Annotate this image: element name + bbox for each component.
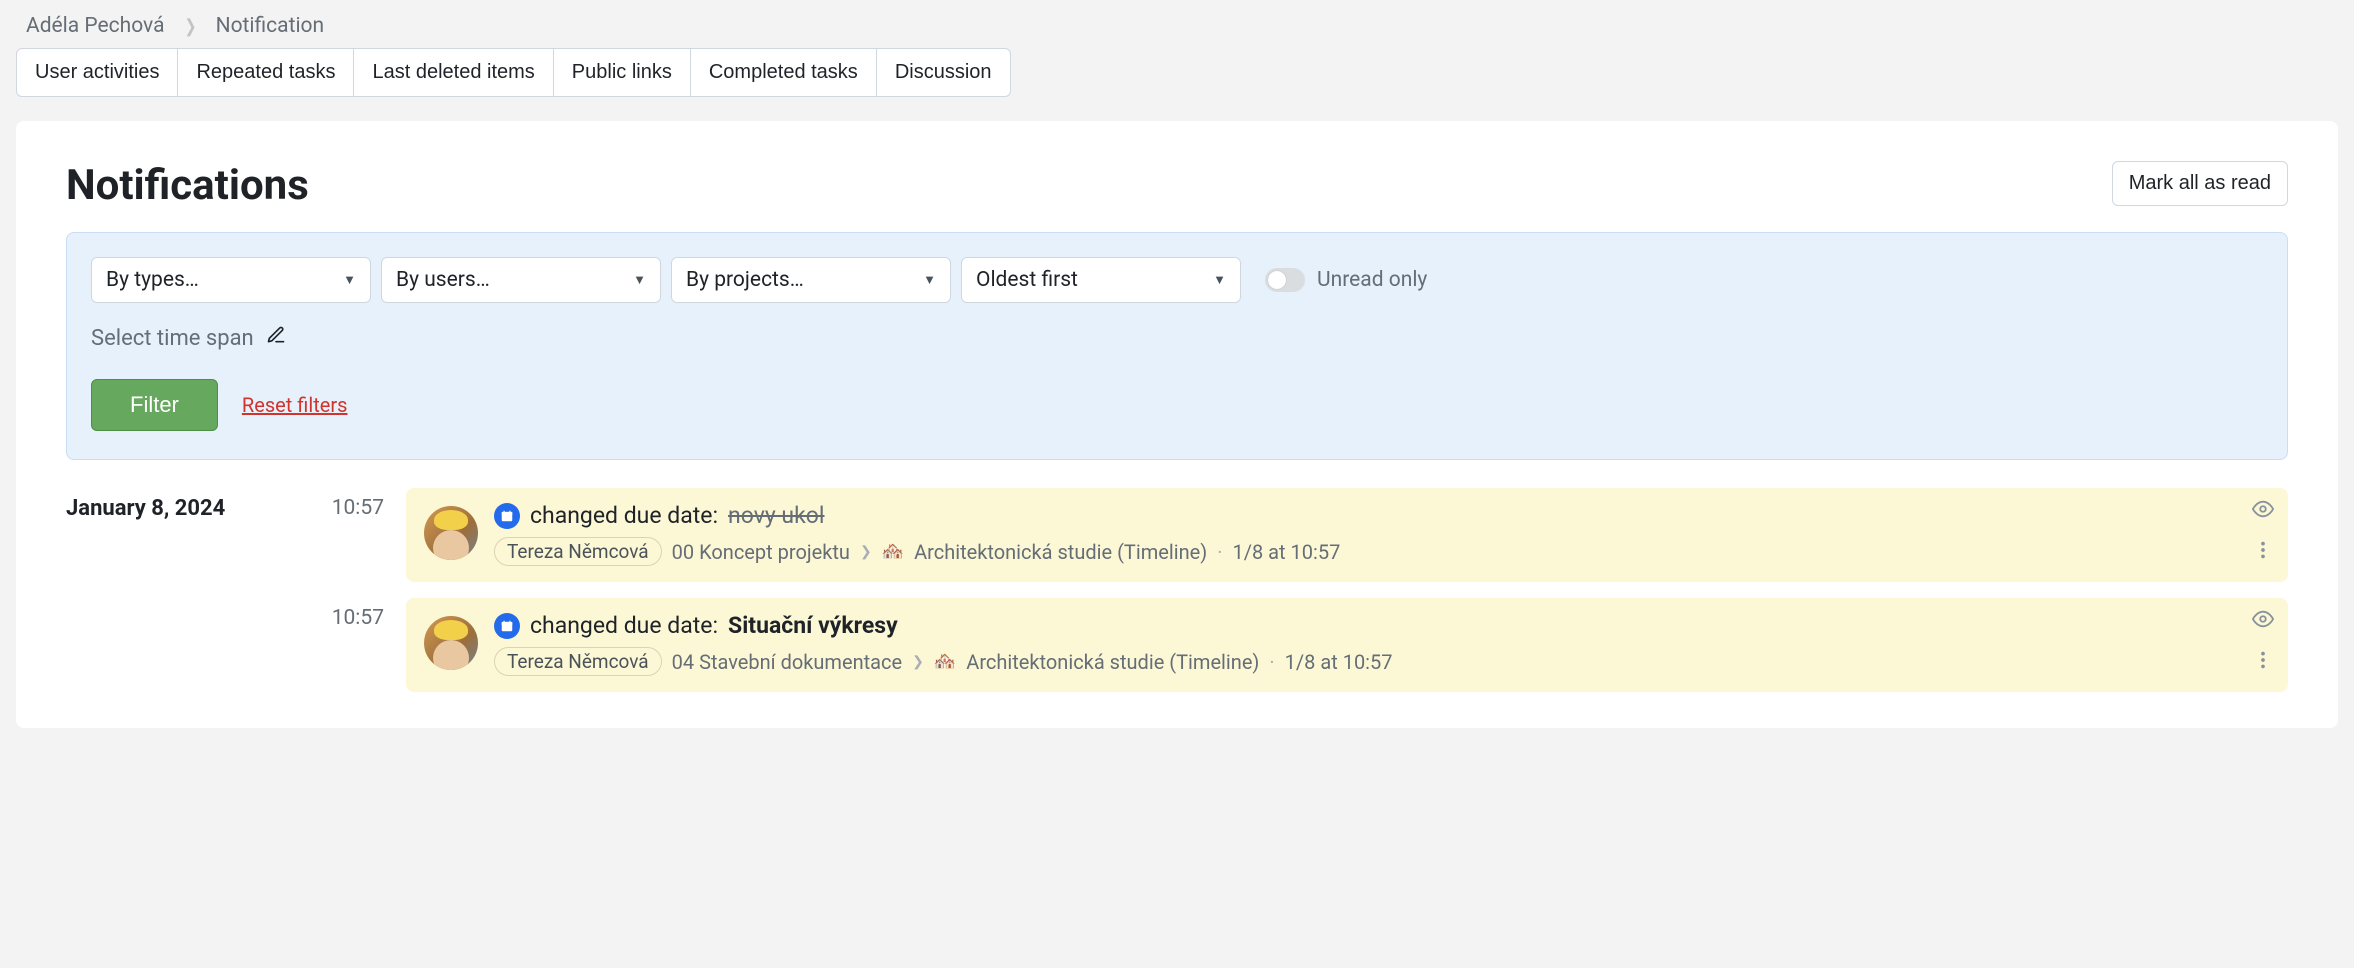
chevron-down-icon: ▼ <box>1213 272 1226 288</box>
filter-sort-select[interactable]: Oldest first ▼ <box>961 257 1241 303</box>
user-chip[interactable]: Tereza Němcová <box>494 537 662 566</box>
pencil-icon[interactable] <box>266 325 286 351</box>
filter-types-select[interactable]: By types… ▼ <box>91 257 371 303</box>
tab-completed-tasks[interactable]: Completed tasks <box>690 48 877 97</box>
notification-list: January 8, 2024 10:57 changed due date: … <box>66 488 2288 708</box>
timeline-name[interactable]: Architektonická studie (Timeline) <box>914 540 1207 564</box>
notification-time: 10:57 <box>326 488 406 520</box>
avatar <box>424 506 478 560</box>
calendar-icon <box>494 503 520 529</box>
house-icon: 🏘️ <box>882 541 904 562</box>
chevron-down-icon: ▼ <box>343 272 356 288</box>
avatar <box>424 616 478 670</box>
separator-dot: · <box>1217 540 1222 564</box>
notification-timestamp: 1/8 at 10:57 <box>1285 650 1393 674</box>
filter-button[interactable]: Filter <box>91 379 218 431</box>
page-title: Notifications <box>66 161 309 210</box>
house-icon: 🏘️ <box>934 651 956 672</box>
notification-timestamp: 1/8 at 10:57 <box>1232 540 1340 564</box>
tab-repeated-tasks[interactable]: Repeated tasks <box>177 48 354 97</box>
separator-dot: · <box>1269 650 1274 674</box>
tab-last-deleted[interactable]: Last deleted items <box>353 48 553 97</box>
tab-user-activities[interactable]: User activities <box>16 48 178 97</box>
tabs: User activities Repeated tasks Last dele… <box>16 48 1011 97</box>
notifications-card: Notifications Mark all as read By types…… <box>16 121 2338 728</box>
breadcrumb-user[interactable]: Adéla Pechová <box>26 14 165 38</box>
chevron-right-icon: ❯ <box>912 654 924 670</box>
timespan-label: Select time span <box>91 326 254 351</box>
chevron-down-icon: ▼ <box>633 272 646 288</box>
calendar-icon <box>494 613 520 639</box>
notification-item[interactable]: changed due date: Situační výkresy Terez… <box>406 598 2288 692</box>
filter-projects-select[interactable]: By projects… ▼ <box>671 257 951 303</box>
timeline-name[interactable]: Architektonická studie (Timeline) <box>966 650 1259 674</box>
filter-types-label: By types… <box>106 268 199 292</box>
filter-sort-label: Oldest first <box>976 268 1078 292</box>
filter-users-select[interactable]: By users… ▼ <box>381 257 661 303</box>
project-name[interactable]: 00 Koncept projektu <box>672 540 850 564</box>
unread-only-toggle[interactable] <box>1265 268 1305 292</box>
filter-users-label: By users… <box>396 268 490 292</box>
notification-time: 10:57 <box>326 598 406 630</box>
eye-icon[interactable] <box>2252 608 2274 635</box>
breadcrumb: Adéla Pechová ❯ Notification <box>26 14 2338 38</box>
notification-subject: novy ukol <box>728 502 824 529</box>
mark-all-read-button[interactable]: Mark all as read <box>2112 161 2288 206</box>
filter-panel: By types… ▼ By users… ▼ By projects… ▼ O… <box>66 232 2288 460</box>
project-name[interactable]: 04 Stavební dokumentace <box>672 650 902 674</box>
eye-icon[interactable] <box>2252 498 2274 525</box>
filter-projects-label: By projects… <box>686 268 804 292</box>
date-group-label: January 8, 2024 <box>66 488 326 521</box>
user-chip[interactable]: Tereza Němcová <box>494 647 662 676</box>
more-icon[interactable] <box>2252 649 2274 676</box>
chevron-right-icon: ❯ <box>860 544 872 560</box>
notification-action: changed due date: <box>530 502 718 529</box>
chevron-right-icon: ❯ <box>184 16 196 37</box>
chevron-down-icon: ▼ <box>923 272 936 288</box>
tab-public-links[interactable]: Public links <box>553 48 691 97</box>
breadcrumb-page: Notification <box>216 14 325 38</box>
unread-only-label: Unread only <box>1317 268 1427 292</box>
more-icon[interactable] <box>2252 539 2274 566</box>
notification-action: changed due date: <box>530 612 718 639</box>
notification-subject: Situační výkresy <box>728 612 898 639</box>
reset-filters-link[interactable]: Reset filters <box>242 393 348 417</box>
tab-discussion[interactable]: Discussion <box>876 48 1011 97</box>
notification-item[interactable]: changed due date: novy ukol Tereza Němco… <box>406 488 2288 582</box>
